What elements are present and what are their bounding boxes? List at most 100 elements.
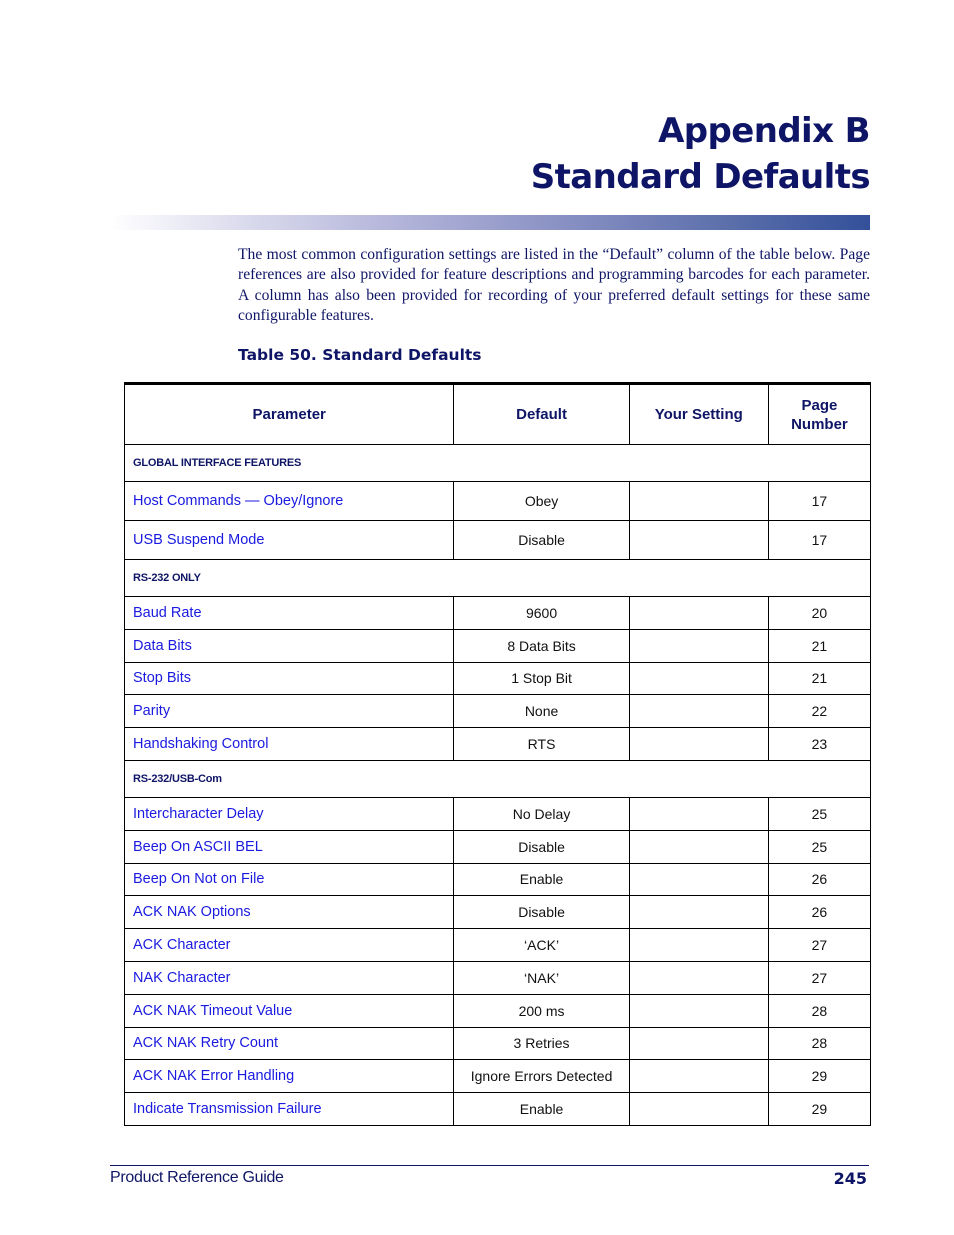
table-header-row: Parameter Default Your Setting Page Numb… <box>123 383 872 445</box>
table-row: ACK Character ‘ACK’ 27 <box>123 928 872 962</box>
default-value: 3 Retries <box>453 1026 630 1061</box>
your-setting-cell[interactable] <box>628 661 769 696</box>
footer-guide-name: Product Reference Guide <box>110 1169 284 1186</box>
default-value: ‘NAK’ <box>453 960 630 995</box>
table-row: USB Suspend Mode Disable 17 <box>123 520 872 560</box>
title-line-standard-defaults: Standard Defaults <box>530 157 871 197</box>
page-number: 26 <box>767 862 872 897</box>
default-value: 1 Stop Bit <box>453 661 630 696</box>
parameter-link[interactable]: Beep On Not on File <box>123 862 455 897</box>
parameter-link[interactable]: ACK NAK Timeout Value <box>123 993 455 1028</box>
parameter-link[interactable]: Handshaking Control <box>123 727 455 761</box>
your-setting-cell[interactable] <box>628 481 769 521</box>
your-setting-cell[interactable] <box>628 862 769 897</box>
your-setting-cell[interactable] <box>628 628 769 663</box>
section-header-row: GLOBAL INTERFACE FEATURES <box>124 444 871 482</box>
page-number: 21 <box>767 628 872 663</box>
table-row: Host Commands — Obey/Ignore Obey 17 <box>123 481 872 521</box>
page-number: 21 <box>767 661 872 696</box>
title-gradient-divider <box>110 215 870 230</box>
your-setting-cell[interactable] <box>628 993 769 1028</box>
page-number: 22 <box>767 694 872 729</box>
table-row: NAK Character ‘NAK’ 27 <box>123 960 872 995</box>
your-setting-cell[interactable] <box>628 1059 769 1094</box>
default-value: ‘ACK’ <box>453 928 630 962</box>
default-value: Disable <box>453 895 630 930</box>
page-number: 27 <box>767 960 872 995</box>
table-row: Handshaking Control RTS 23 <box>123 727 872 761</box>
parameter-link[interactable]: Stop Bits <box>123 661 455 696</box>
page-number: 27 <box>767 928 872 962</box>
parameter-link[interactable]: Intercharacter Delay <box>123 796 455 831</box>
table-row: ACK NAK Options Disable 26 <box>123 895 872 930</box>
intro-paragraph: The most common configuration settings a… <box>238 246 870 324</box>
default-value: 8 Data Bits <box>453 628 630 663</box>
column-header-your-setting: Your Setting <box>628 383 769 445</box>
section-title: GLOBAL INTERFACE FEATURES <box>124 444 871 482</box>
your-setting-cell[interactable] <box>628 727 769 761</box>
table-row: Beep On Not on File Enable 26 <box>123 862 872 897</box>
your-setting-cell[interactable] <box>628 796 769 831</box>
your-setting-cell[interactable] <box>628 829 769 864</box>
column-header-page-number: Page Number <box>767 383 872 445</box>
page-number: 23 <box>767 727 872 761</box>
default-value: Ignore Errors Detected <box>453 1059 630 1094</box>
parameter-link[interactable]: Baud Rate <box>123 596 455 630</box>
page-number: 17 <box>767 520 872 560</box>
default-value: RTS <box>453 727 630 761</box>
table-row: ACK NAK Timeout Value 200 ms 28 <box>123 993 872 1028</box>
page-header-line1: Page <box>801 396 838 414</box>
page-number: 26 <box>767 895 872 930</box>
page-number: 17 <box>767 481 872 521</box>
parameter-link[interactable]: ACK Character <box>123 928 455 962</box>
table-row: ACK NAK Error Handling Ignore Errors Dete… <box>123 1059 872 1094</box>
default-value: 200 ms <box>453 993 630 1028</box>
page-number: 20 <box>767 596 872 630</box>
table-caption: Table 50. Standard Defaults <box>238 346 482 364</box>
section-header-row: RS-232 ONLY <box>124 559 871 597</box>
default-value: Enable <box>453 1092 630 1126</box>
default-value: Disable <box>453 829 630 864</box>
footer-page-number: 245 <box>833 1169 867 1188</box>
your-setting-cell[interactable] <box>628 928 769 962</box>
your-setting-cell[interactable] <box>628 960 769 995</box>
page-number: 29 <box>767 1092 872 1126</box>
column-header-parameter: Parameter <box>123 383 455 445</box>
column-header-default: Default <box>453 383 630 445</box>
parameter-link[interactable]: Beep On ASCII BEL <box>123 829 455 864</box>
page-number: 29 <box>767 1059 872 1094</box>
your-setting-cell[interactable] <box>628 895 769 930</box>
your-setting-cell[interactable] <box>628 1092 769 1126</box>
title-line-appendix: Appendix B <box>658 111 871 151</box>
parameter-link[interactable]: Data Bits <box>123 628 455 663</box>
table-row: Intercharacter Delay No Delay 25 <box>123 796 872 831</box>
default-value: 9600 <box>453 596 630 630</box>
your-setting-cell[interactable] <box>628 1026 769 1061</box>
parameter-link[interactable]: Parity <box>123 694 455 729</box>
default-value: None <box>453 694 630 729</box>
parameter-link[interactable]: ACK NAK Options <box>123 895 455 930</box>
table-row: Data Bits 8 Data Bits 21 <box>123 628 872 663</box>
your-setting-cell[interactable] <box>628 694 769 729</box>
standard-defaults-table: Parameter Default Your Setting Page Numb… <box>123 382 872 1126</box>
page-number: 28 <box>767 993 872 1028</box>
your-setting-cell[interactable] <box>628 520 769 560</box>
footer-divider <box>110 1165 869 1166</box>
parameter-link[interactable]: USB Suspend Mode <box>123 520 455 560</box>
default-value: Enable <box>453 862 630 897</box>
parameter-link[interactable]: NAK Character <box>123 960 455 995</box>
table-row: ACK NAK Retry Count 3 Retries 28 <box>123 1026 872 1061</box>
table-row: Stop Bits 1 Stop Bit 21 <box>123 661 872 696</box>
parameter-link[interactable]: ACK NAK Error Handling <box>123 1059 455 1094</box>
default-value: Obey <box>453 481 630 521</box>
parameter-link[interactable]: Indicate Transmission Failure <box>123 1092 455 1126</box>
parameter-link[interactable]: ACK NAK Retry Count <box>123 1026 455 1061</box>
section-title: RS-232 ONLY <box>124 559 871 597</box>
page-number: 25 <box>767 796 872 831</box>
table-row: Beep On ASCII BEL Disable 25 <box>123 829 872 864</box>
page-title: Appendix B Standard Defaults <box>530 108 871 200</box>
table-row: Parity None 22 <box>123 694 872 729</box>
page-header-line2: Number <box>791 415 848 433</box>
your-setting-cell[interactable] <box>628 596 769 630</box>
parameter-link[interactable]: Host Commands — Obey/Ignore <box>123 481 455 521</box>
